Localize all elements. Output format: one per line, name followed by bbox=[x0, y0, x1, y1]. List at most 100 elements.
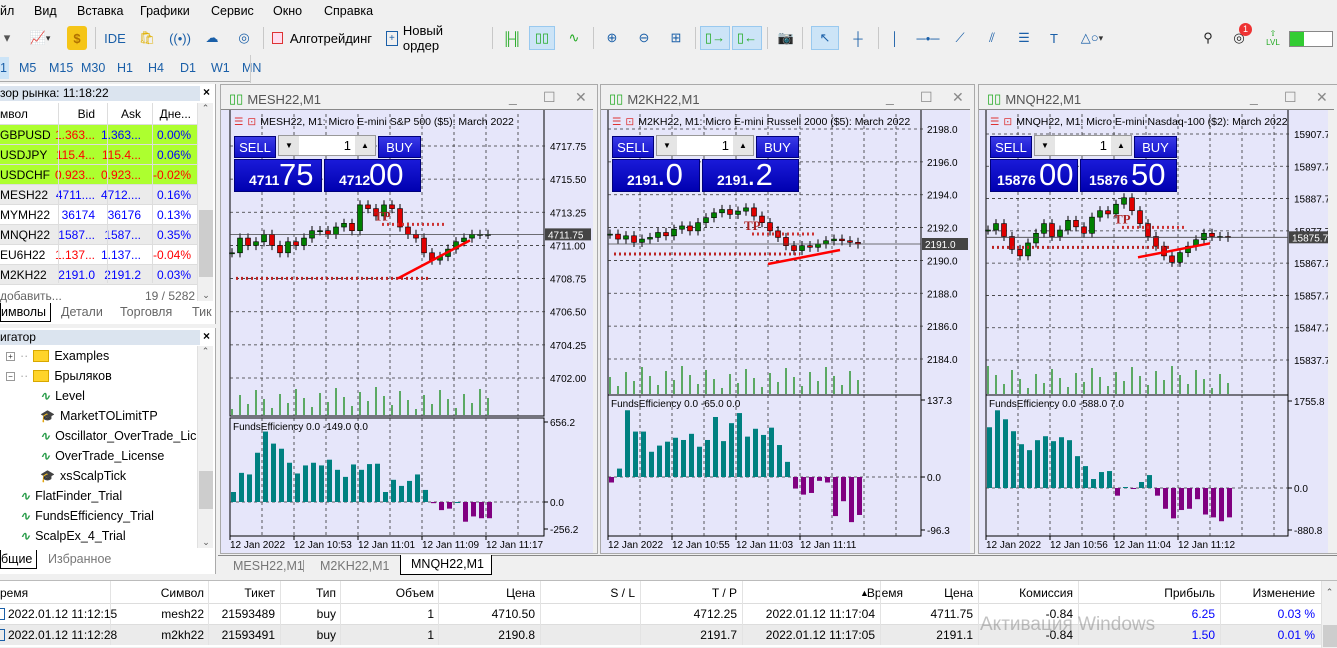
cursor-icon[interactable]: ↖ bbox=[811, 26, 839, 50]
menu-view[interactable]: Вид bbox=[34, 4, 57, 18]
tab-symbols[interactable]: имволы bbox=[0, 303, 51, 322]
navigator-item[interactable]: ∿ FlatFinder_Trial bbox=[20, 486, 122, 506]
navigator-item[interactable]: − ·· Брыляков bbox=[6, 366, 112, 386]
close-icon[interactable]: × bbox=[203, 329, 210, 343]
channel-icon[interactable]: ⫽ bbox=[980, 26, 1004, 50]
tf-h4[interactable]: H4 bbox=[148, 61, 164, 75]
column-header[interactable]: T / P bbox=[712, 583, 737, 603]
decrease-volume-icon[interactable]: ▼ bbox=[1035, 136, 1055, 155]
menu-file[interactable]: йл bbox=[0, 4, 14, 18]
market-watch-row[interactable]: MYMH22 36174 36176 0.13% bbox=[0, 205, 197, 225]
trade-table-scrollbar[interactable]: ⌃ bbox=[1321, 581, 1337, 648]
zoom-out-icon[interactable]: ⊖ bbox=[632, 26, 656, 50]
col-bid[interactable]: Bid bbox=[78, 103, 95, 125]
add-symbol-link[interactable]: добавить... bbox=[0, 289, 62, 303]
screenshot-icon[interactable]: 📷 bbox=[774, 26, 798, 50]
sell-button[interactable]: SELL bbox=[612, 136, 654, 158]
signals-icon[interactable]: ((•)) bbox=[169, 26, 191, 50]
chart-properties-icon[interactable]: ⊡ bbox=[247, 116, 256, 128]
col-change[interactable]: Дне... bbox=[160, 103, 191, 125]
column-header[interactable]: Объем bbox=[396, 583, 434, 603]
bar-chart-icon[interactable]: ╟╢ bbox=[500, 26, 524, 50]
decrease-volume-icon[interactable]: ▼ bbox=[657, 136, 677, 155]
chart-type-dropdown[interactable]: ▾ bbox=[0, 26, 14, 50]
close-icon[interactable]: ✕ bbox=[952, 89, 964, 106]
navigator-item[interactable]: + ·· Examples bbox=[6, 346, 109, 366]
navigator-scrollbar[interactable]: ⌃ ⌄ bbox=[197, 346, 213, 548]
tf-m15[interactable]: M15 bbox=[49, 61, 73, 75]
navigator-item[interactable]: ∿ Oscillator_OverTrade_Lic bbox=[40, 426, 196, 446]
navigator-item[interactable]: ∿ Level bbox=[40, 386, 85, 406]
sell-button[interactable]: SELL bbox=[990, 136, 1032, 158]
close-icon[interactable]: × bbox=[203, 85, 210, 99]
buy-button[interactable]: BUY bbox=[756, 136, 799, 158]
tf-m5[interactable]: M5 bbox=[19, 61, 36, 75]
column-header[interactable]: Изменение bbox=[1253, 583, 1315, 603]
vps-icon[interactable]: ◎ bbox=[234, 26, 254, 50]
volume-input[interactable]: 1 bbox=[1100, 138, 1107, 153]
volume-stepper[interactable]: ▼ 1 ▲ bbox=[656, 135, 754, 156]
tf-mn[interactable]: MN bbox=[242, 61, 261, 75]
minimize-icon[interactable]: _ bbox=[886, 89, 894, 105]
sell-price[interactable]: 15876 00 bbox=[990, 157, 1078, 192]
tf-w1[interactable]: W1 bbox=[211, 61, 230, 75]
increase-volume-icon[interactable]: ▲ bbox=[1111, 136, 1131, 155]
market-watch-row[interactable]: USDJPY 115.4... 115.4... 0.06% bbox=[0, 145, 197, 165]
column-header[interactable]: Цена bbox=[506, 583, 535, 603]
buy-button[interactable]: BUY bbox=[1134, 136, 1177, 158]
column-header[interactable]: Тикет bbox=[244, 583, 275, 603]
search-icon[interactable]: ⚲ bbox=[1198, 26, 1218, 50]
chart-tab-m2kh22[interactable]: M2KH22,M1 bbox=[320, 557, 389, 575]
chart-tab-mnqh22[interactable]: MNQH22,M1 bbox=[400, 555, 492, 575]
buy-price[interactable]: 15876 50 bbox=[1080, 157, 1177, 192]
column-header[interactable]: Тип bbox=[316, 583, 336, 603]
chart-properties-icon[interactable]: ⊡ bbox=[625, 116, 634, 128]
navigator-item[interactable]: ∿ OverTrade_License bbox=[40, 446, 164, 466]
menu-window[interactable]: Окно bbox=[273, 4, 302, 18]
buy-button[interactable]: BUY bbox=[378, 136, 421, 158]
chart-window[interactable]: ▯▯ MNQH22,M1 _ ☐ ✕ 15907.75 15897.75 15887.… bbox=[978, 84, 1337, 554]
chart-tab-mesh22[interactable]: MESH22,M1 bbox=[233, 557, 304, 575]
market-watch-row[interactable]: M2KH22 2191.0 2191.2 0.03% bbox=[0, 265, 197, 285]
column-header[interactable]: Комиссия bbox=[1019, 583, 1073, 603]
volume-stepper[interactable]: ▼ 1 ▲ bbox=[278, 135, 376, 156]
sell-price[interactable]: 4711 75 bbox=[234, 157, 322, 192]
sell-price[interactable]: 2191.0 bbox=[612, 157, 700, 192]
market-watch-row[interactable]: MESH22 4711.... 4712.... 0.16% bbox=[0, 185, 197, 205]
minimize-icon[interactable]: _ bbox=[1250, 89, 1258, 105]
chart-window[interactable]: ▯▯ M2KH22,M1 _ ☐ ✕ 2198.0 2196.0 2194.0 2192… bbox=[600, 84, 975, 554]
chart-properties-icon[interactable]: ⊡ bbox=[1003, 116, 1012, 128]
navigator-item[interactable]: ∿ FundsEfficiency_Trial bbox=[20, 506, 154, 526]
maximize-icon[interactable]: ☐ bbox=[543, 89, 556, 106]
column-header[interactable]: S / L bbox=[610, 583, 635, 603]
dollar-icon[interactable]: $ bbox=[67, 26, 87, 50]
new-order-button[interactable]: + Новый ордер bbox=[386, 23, 482, 53]
menu-insert[interactable]: Вставка bbox=[77, 4, 123, 18]
market-watch-row[interactable]: MNQH22 1587... 1587... 0.35% bbox=[0, 225, 197, 245]
navigator-item[interactable]: ∿ ScalpEx_4_Trial bbox=[20, 526, 126, 546]
navigator-item[interactable]: 🎓 MarketTOLimitTP bbox=[40, 406, 158, 426]
column-header[interactable]: Время bbox=[867, 583, 903, 603]
buy-price[interactable]: 4712 00 bbox=[324, 157, 421, 192]
chart-area[interactable]: 2198.0 2196.0 2194.0 2192.0 2190.0 2188.0 2186… bbox=[601, 109, 970, 553]
tab-ticks[interactable]: Тик bbox=[192, 303, 212, 322]
maximize-icon[interactable]: ☐ bbox=[1284, 89, 1297, 106]
sell-button[interactable]: SELL bbox=[234, 136, 276, 158]
column-header[interactable]: Символ bbox=[161, 583, 204, 603]
buy-price[interactable]: 2191.2 bbox=[702, 157, 799, 192]
expand-toggle-icon[interactable]: − bbox=[6, 371, 15, 381]
close-icon[interactable]: ✕ bbox=[575, 89, 587, 106]
navigator-item[interactable]: 🎓 xsScalpTick bbox=[40, 466, 126, 486]
menu-help[interactable]: Справка bbox=[324, 4, 373, 18]
ide-button[interactable]: IDE bbox=[103, 26, 127, 50]
chart-area[interactable]: 15907.7515897.7515887.7515877.7515867.75… bbox=[979, 109, 1334, 553]
tab-trading[interactable]: Торговля bbox=[120, 303, 172, 322]
shapes-dropdown-icon[interactable]: △○ ▾ bbox=[1074, 26, 1110, 50]
volume-input[interactable]: 1 bbox=[344, 138, 351, 153]
chart-list-icon[interactable]: ☰ bbox=[234, 116, 243, 128]
horizontal-line-icon[interactable]: ─•─ bbox=[916, 26, 940, 50]
expand-toggle-icon[interactable]: + bbox=[6, 351, 15, 361]
line-chart-icon[interactable]: ∿ bbox=[562, 26, 586, 50]
tab-details[interactable]: Детали bbox=[61, 303, 103, 322]
column-header[interactable]: Цена bbox=[944, 583, 973, 603]
